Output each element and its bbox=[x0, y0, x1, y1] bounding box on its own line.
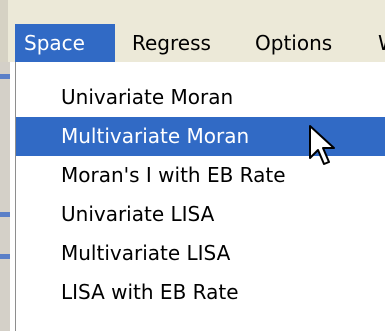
menu-item-univariate-moran[interactable]: Univariate Moran bbox=[16, 78, 385, 117]
menu-window-partial[interactable]: W bbox=[372, 24, 385, 62]
space-dropdown-menu: Univariate Moran Multivariate Moran Mora… bbox=[15, 62, 385, 331]
arrow-cursor-icon bbox=[309, 125, 335, 165]
window-edge bbox=[0, 0, 8, 62]
menu-item-multivariate-lisa[interactable]: Multivariate LISA bbox=[16, 234, 385, 273]
menu-options[interactable]: Options bbox=[246, 24, 366, 62]
menu-item-lisa-eb-rate[interactable]: LISA with EB Rate bbox=[16, 273, 385, 312]
menu-regress[interactable]: Regress bbox=[123, 24, 238, 62]
menu-item-univariate-lisa[interactable]: Univariate LISA bbox=[16, 195, 385, 234]
menu-space[interactable]: Space bbox=[15, 24, 115, 62]
background-window-edge bbox=[0, 62, 10, 331]
menubar: Space Regress Options W bbox=[0, 0, 385, 62]
